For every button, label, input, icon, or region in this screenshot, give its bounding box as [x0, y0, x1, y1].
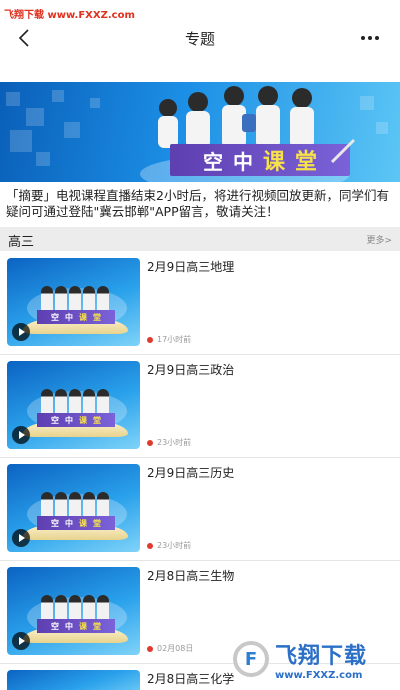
video-title: 2月8日高三生物 — [147, 569, 235, 583]
more-options-button[interactable] — [358, 28, 382, 48]
video-meta: 02月08日 — [147, 643, 193, 654]
live-dot-icon — [147, 336, 153, 343]
video-list-item[interactable]: 空 中 课 堂 2月9日高三历史 23小时前 — [0, 457, 400, 561]
students-illustration — [41, 595, 109, 621]
video-title: 2月9日高三地理 — [147, 260, 235, 274]
watermark-text: 飞翔下载 www.FXXZ.com — [275, 638, 367, 681]
banner-pixel — [52, 90, 64, 102]
thumb-title-char: 空 — [51, 621, 59, 631]
video-meta: 23小时前 — [147, 437, 191, 448]
thumb-title-plate: 空 中 课 堂 — [37, 516, 115, 530]
thumb-title-plate: 空 中 课 堂 — [37, 413, 115, 427]
summary-notice: 「摘要」电视课程直播结束2小时后，将进行视频回放更新，同学们有疑问可通过登陆"冀… — [6, 188, 389, 219]
thumb-title-char: 空 — [51, 415, 59, 425]
play-icon[interactable] — [12, 529, 30, 547]
video-title: 2月9日高三政治 — [147, 363, 235, 377]
banner-title-char: 课 — [262, 150, 285, 175]
banner-pixel — [10, 130, 32, 152]
video-thumbnail: 空 中 课 堂 — [7, 361, 140, 449]
more-dot — [368, 36, 372, 40]
thumb-title-char: 中 — [65, 312, 73, 322]
thumb-title-char: 中 — [65, 518, 73, 528]
video-time: 02月08日 — [157, 644, 194, 653]
watermark-url: www.FXXZ.com — [275, 669, 363, 681]
thumb-title-plate: 空 中 课 堂 — [37, 619, 115, 633]
video-time: 17小时前 — [157, 335, 192, 344]
banner-title-char: 中 — [232, 149, 253, 174]
banner-pixel — [6, 92, 20, 106]
banner-pixel — [36, 152, 50, 166]
thumb-title-char: 空 — [51, 518, 59, 528]
banner-pixel — [26, 108, 44, 126]
watermark-logo: F 飞翔下载 www.FXXZ.com — [233, 630, 393, 688]
students-illustration — [41, 389, 109, 415]
topic-banner[interactable]: 空 中 课 堂 — [0, 82, 400, 182]
video-thumbnail: 空 中 课 堂 — [7, 567, 140, 655]
students-illustration — [158, 86, 314, 148]
section-header: 高三 更多> — [0, 227, 400, 251]
page-title: 专题 — [184, 30, 215, 48]
video-time: 23小时前 — [157, 541, 192, 550]
banner-pixel — [360, 96, 374, 110]
section-more-link[interactable]: 更多> — [366, 233, 392, 246]
video-thumbnail: 空 中 课 堂 — [7, 258, 140, 346]
thumb-title-char: 空 — [51, 312, 59, 322]
watermark-cn: 飞翔下载 — [275, 643, 368, 669]
video-meta: 23小时前 — [147, 540, 191, 551]
video-list-item[interactable]: 空 中 课 堂 2月9日高三政治 23小时前 — [0, 354, 400, 458]
section-title: 高三 — [8, 235, 35, 250]
students-illustration — [41, 492, 109, 518]
live-dot-icon — [147, 645, 153, 652]
banner-pixel — [90, 98, 100, 108]
students-illustration — [41, 286, 109, 312]
thumb-title-char: 堂 — [93, 312, 101, 322]
watermark-logo-icon: F — [233, 641, 269, 677]
video-title: 2月8日高三化学 — [147, 672, 235, 686]
video-title: 2月9日高三历史 — [147, 466, 235, 480]
thumb-title-char: 课 — [79, 415, 87, 425]
video-list-item[interactable]: 空 中 课 堂 2月9日高三地理 17小时前 — [0, 251, 400, 355]
thumb-title-char: 课 — [79, 621, 87, 631]
thumb-title-char: 堂 — [93, 621, 101, 631]
banner-pixel — [64, 122, 80, 138]
play-icon[interactable] — [12, 426, 30, 444]
video-thumbnail — [7, 670, 140, 690]
video-time: 23小时前 — [157, 438, 192, 447]
play-icon[interactable] — [12, 323, 30, 341]
banner-pixel — [376, 122, 388, 134]
more-dots-icon — [361, 36, 365, 40]
banner-title-plate: 空 中 课 堂 — [170, 144, 350, 176]
banner-title-char: 空 — [202, 149, 223, 174]
thumb-title-char: 中 — [65, 415, 73, 425]
banner-title-char: 堂 — [295, 150, 318, 175]
video-thumbnail: 空 中 课 堂 — [7, 464, 140, 552]
pen-icon — [330, 138, 356, 164]
watermark-top-text: 飞翔下载 www.FXXZ.com — [4, 10, 135, 21]
more-dot — [375, 36, 379, 40]
thumb-title-plate: 空 中 课 堂 — [37, 310, 115, 324]
thumb-title-char: 堂 — [93, 415, 101, 425]
thumb-title-char: 课 — [79, 518, 87, 528]
thumb-title-char: 课 — [79, 312, 87, 322]
thumb-title-char: 中 — [65, 621, 73, 631]
live-dot-icon — [147, 439, 153, 446]
thumb-title-char: 堂 — [93, 518, 101, 528]
live-dot-icon — [147, 542, 153, 549]
video-meta: 17小时前 — [147, 334, 191, 345]
play-icon[interactable] — [12, 632, 30, 650]
